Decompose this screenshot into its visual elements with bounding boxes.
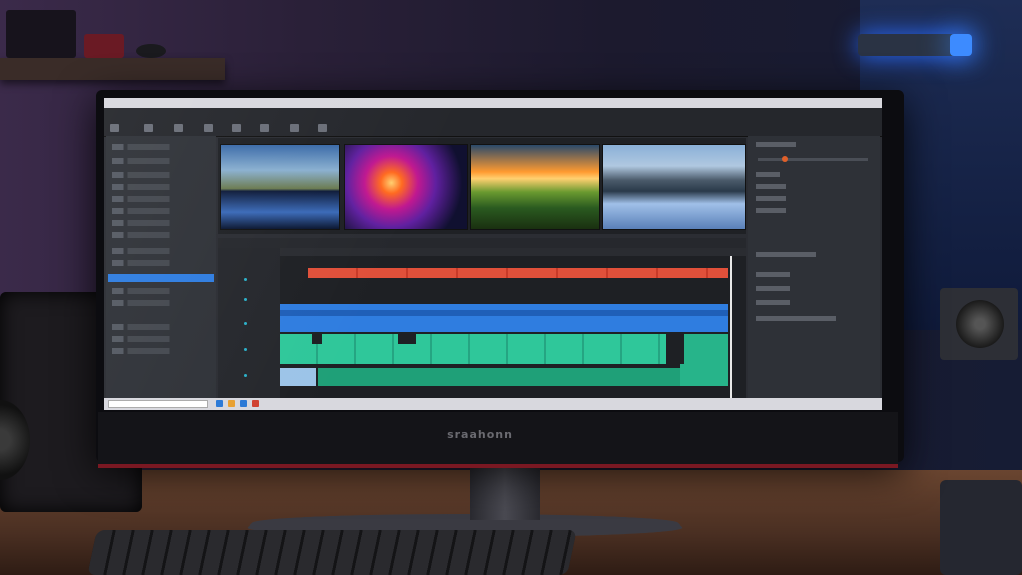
screen-glare [104,98,882,410]
monitor-brand-logo: sraahonn [447,428,513,441]
shelf-object [136,44,166,58]
right-speaker-cone [956,300,1004,348]
shelf-mug [84,34,124,58]
right-speaker-lower [940,480,1022,575]
shelf-box [6,10,76,58]
keyboard [87,530,577,575]
light-bar-led [950,34,972,56]
wall-shelf [0,58,225,80]
